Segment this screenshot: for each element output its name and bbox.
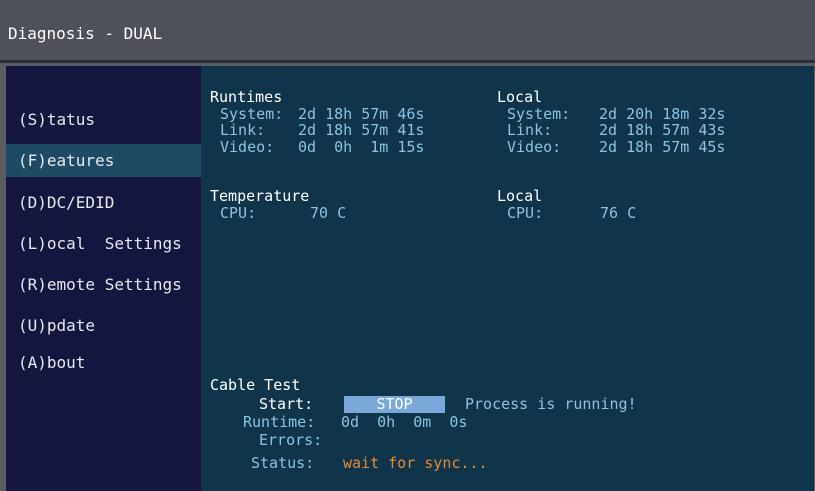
local-temperature-heading: Local <box>497 187 543 205</box>
cable-test-errors-label: Errors: <box>259 431 323 449</box>
local-system-value: 2d 20h 18m 32s <box>599 105 726 123</box>
runtimes-video-value: 0d 0h 1m 15s <box>298 138 425 156</box>
sidebar-item-update[interactable]: (U)pdate <box>6 309 201 342</box>
stop-button[interactable]: STOP <box>344 396 445 413</box>
local-system-label: System: <box>507 105 571 123</box>
local-runtimes-heading: Local <box>497 88 543 106</box>
cable-test-runtime-value: 0d 0h 0m 0s <box>341 413 468 431</box>
local-temperature-cpu-label: CPU: <box>507 204 544 222</box>
features-panel: Runtimes System: 2d 18h 57m 46s Link: 2d… <box>201 66 814 491</box>
sidebar-item-status[interactable]: (S)tatus <box>6 103 201 136</box>
sidebar-item-about[interactable]: (A)bout <box>6 346 201 379</box>
sidebar-item-features[interactable]: (F)eatures <box>6 144 201 177</box>
temperature-cpu-label: CPU: <box>220 204 257 222</box>
cable-test-status-value: wait for sync... <box>343 454 488 472</box>
local-temperature-cpu-value: 76 C <box>600 204 637 222</box>
local-video-label: Video: <box>507 138 562 156</box>
temperature-heading: Temperature <box>210 187 310 205</box>
app-window: Diagnosis - DUAL (S)tatus (F)eatures (D)… <box>0 0 815 491</box>
runtimes-link-label: Link: <box>220 121 266 139</box>
cable-test-process-status: Process is running! <box>465 395 637 413</box>
local-link-value: 2d 18h 57m 43s <box>599 121 726 139</box>
sidebar-item-ddc-edid[interactable]: (D)DC/EDID <box>6 186 201 219</box>
local-video-value: 2d 18h 57m 45s <box>599 138 726 156</box>
runtimes-heading: Runtimes <box>210 88 283 106</box>
runtimes-system-label: System: <box>220 105 284 123</box>
cable-test-heading: Cable Test <box>210 376 301 394</box>
cable-test-runtime-label: Runtime: <box>243 413 316 431</box>
cable-test-status-label: Status: <box>251 454 315 472</box>
sidebar-item-local-settings[interactable]: (L)ocal Settings <box>6 227 201 260</box>
runtimes-link-value: 2d 18h 57m 41s <box>298 121 425 139</box>
runtimes-video-label: Video: <box>220 138 275 156</box>
temperature-cpu-value: 70 C <box>310 204 347 222</box>
sidebar-menu: (S)tatus (F)eatures (D)DC/EDID (L)ocal S… <box>6 66 201 491</box>
sidebar-item-remote-settings[interactable]: (R)emote Settings <box>6 268 201 301</box>
cable-test-start-label: Start: <box>259 395 314 413</box>
local-link-label: Link: <box>507 121 553 139</box>
window-title: Diagnosis - DUAL <box>8 24 163 43</box>
title-bar: Diagnosis - DUAL <box>0 0 815 63</box>
runtimes-system-value: 2d 18h 57m 46s <box>298 105 425 123</box>
